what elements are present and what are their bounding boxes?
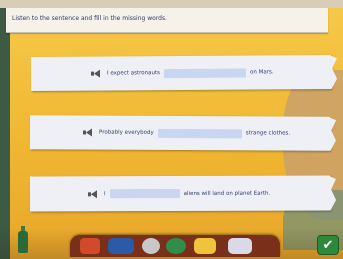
sentence-card-1: I expect astronauts on Mars. — [30, 54, 332, 92]
speaker-icon[interactable] — [82, 128, 93, 137]
check-button[interactable]: ✔ — [317, 235, 339, 255]
top-strip — [0, 0, 343, 8]
bottle-icon[interactable] — [18, 226, 28, 253]
calendar-icon[interactable] — [108, 238, 134, 254]
activity-board: Listen to the sentence and fill in the m… — [0, 0, 343, 259]
instruction-banner: Listen to the sentence and fill in the m… — [6, 8, 328, 33]
chart-icon[interactable] — [194, 238, 216, 254]
sentence-card-2: Probably everybody strange clothes. — [29, 115, 331, 151]
answer-field-2[interactable] — [157, 128, 242, 138]
timer-icon[interactable] — [142, 238, 160, 254]
sentence-2-after: strange clothes. — [245, 130, 291, 137]
home-icon[interactable] — [80, 238, 100, 254]
toolbar — [70, 235, 280, 257]
sentence-1-after: on Mars. — [249, 69, 274, 76]
answer-field-3[interactable] — [109, 189, 180, 199]
sentence-2-before: Probably everybody — [98, 129, 154, 136]
sentence-3-before: I — [103, 190, 106, 197]
recycle-icon[interactable] — [166, 238, 186, 254]
sentence-3-after: aliens will land on planet Earth. — [183, 190, 271, 197]
speaker-icon[interactable] — [90, 69, 101, 78]
sentence-card-3: I aliens will land on planet Earth. — [29, 175, 331, 212]
answer-field-1[interactable] — [163, 68, 247, 78]
speaker-icon[interactable] — [87, 189, 98, 198]
sentence-1-before: I expect astronauts — [106, 70, 161, 77]
check-icon: ✔ — [322, 237, 334, 253]
left-edge — [0, 0, 10, 259]
scroll-icon[interactable] — [228, 238, 252, 254]
instruction-text: Listen to the sentence and fill in the m… — [12, 15, 168, 22]
